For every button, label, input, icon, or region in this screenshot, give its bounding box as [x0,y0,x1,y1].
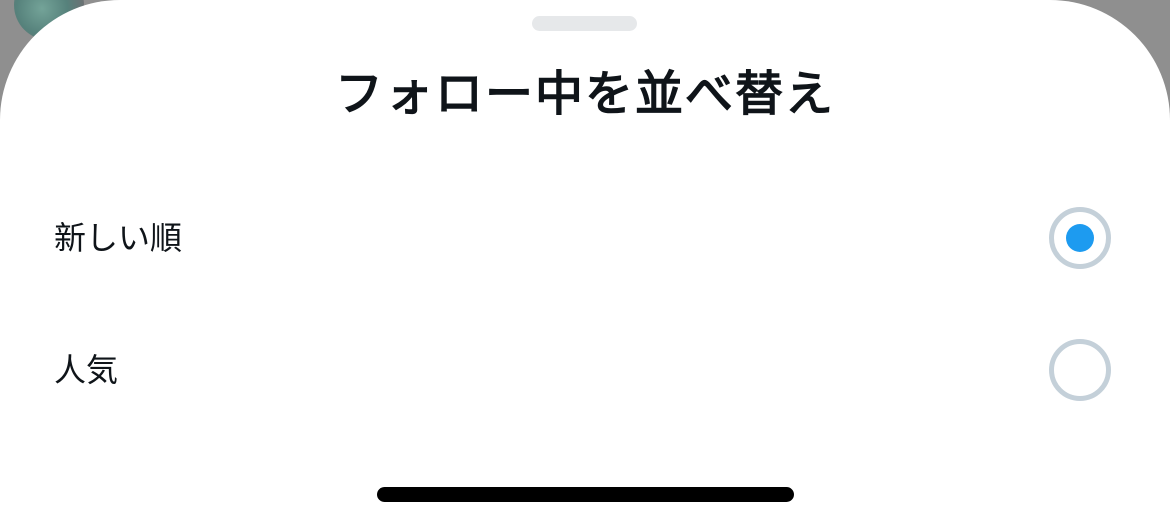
sort-bottom-sheet: フォロー中を並べ替え 新しい順 人気 [0,0,1170,526]
sheet-grabber-handle[interactable] [532,16,637,31]
sort-option-label: 新しい順 [54,219,183,257]
radio-button-selected[interactable] [1049,207,1111,269]
radio-button-unselected[interactable] [1049,339,1111,401]
sort-option-label: 人気 [54,351,119,389]
home-indicator[interactable] [377,487,794,502]
radio-selected-dot-icon [1066,224,1094,252]
sort-option-newest[interactable]: 新しい順 [0,178,1170,298]
sort-option-popular[interactable]: 人気 [0,310,1170,430]
sheet-title: フォロー中を並べ替え [334,66,835,122]
